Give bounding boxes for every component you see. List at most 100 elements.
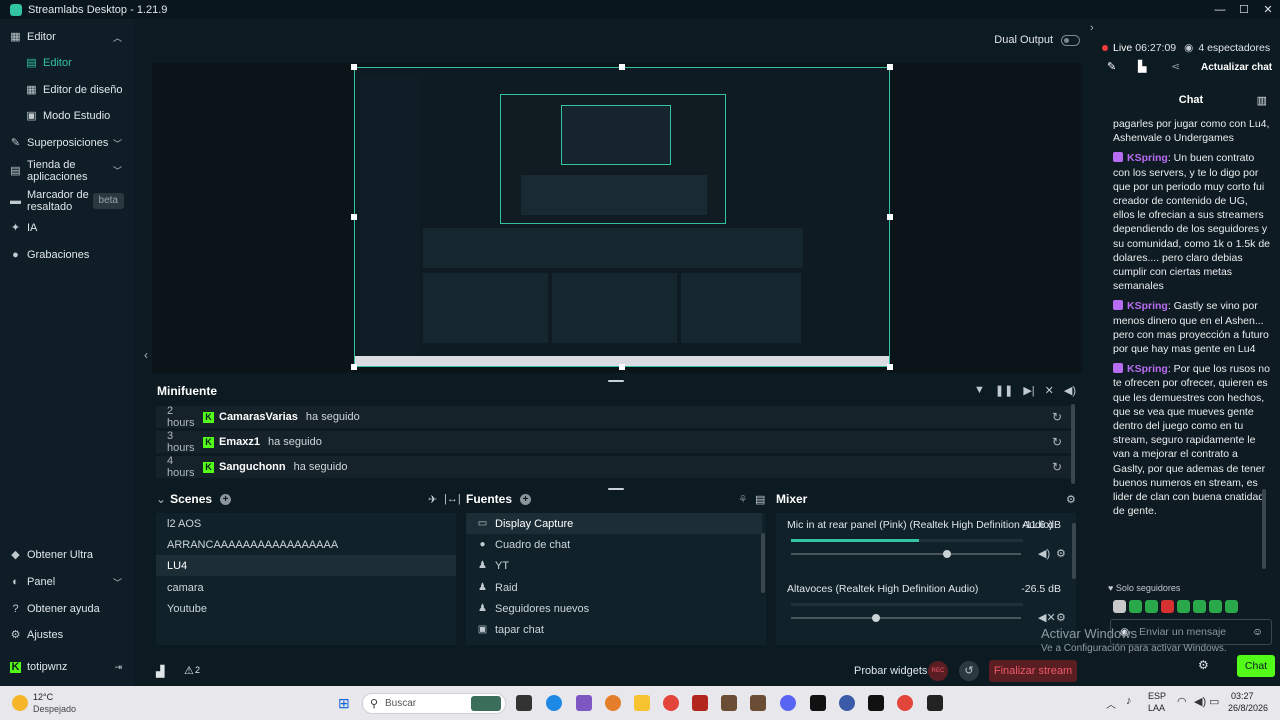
emote-icon[interactable] [1113,600,1126,613]
sidebar-item-ultra[interactable]: ◆ Obtener Ultra [0,542,134,568]
edit-icon[interactable]: ✎ [1107,60,1116,73]
message-user[interactable]: KSpring [1127,363,1168,375]
app-icon[interactable] [839,695,855,711]
emote-icon[interactable] [1129,600,1142,613]
sidebar-item-help[interactable]: ? Obtener ayuda [0,596,134,622]
resize-handle[interactable] [351,364,357,370]
volume-icon[interactable]: ◀) [1064,384,1076,397]
sidebar-item-editor-sub[interactable]: ▤ Editor [0,50,134,76]
add-scene-icon[interactable]: + [220,493,232,505]
emote-icon[interactable] [1193,600,1206,613]
sidebar-item-settings[interactable]: ⚙ Ajustes [0,622,134,648]
emoji-icon[interactable]: ☺ [1252,626,1263,638]
users-icon[interactable]: ▥ [1257,94,1267,107]
emote-icon[interactable] [1209,600,1222,613]
group-icon[interactable]: ⚘ [738,493,748,506]
list-item[interactable]: ARRANCAAAAAAAAAAAAAAAAA [156,534,456,555]
speaker-icon[interactable]: ◀) [1038,547,1050,560]
sidebar-item-dashboard[interactable]: ◐ Panel ﹀ [0,569,134,595]
test-widgets-button[interactable]: Probar widgets [854,665,927,677]
taskbar-search[interactable]: ⚲ Buscar [362,693,506,714]
panel-resize-handle[interactable] [608,488,624,490]
list-item[interactable]: camara [156,577,456,598]
weather-icon[interactable] [12,695,28,711]
unreal-icon[interactable] [868,695,884,711]
list-item[interactable]: ♟ Raid [466,577,762,598]
replay-icon[interactable]: ↻ [1052,410,1062,424]
transitions-icon[interactable]: |↔| [444,493,461,505]
logout-icon[interactable]: ⇥ [114,662,122,673]
chevron-down-icon[interactable]: ⌄ [156,492,166,506]
edge-icon[interactable] [546,695,562,711]
sidebar-item-highlighter[interactable]: ▬ Marcador de resaltado beta [0,186,134,216]
battery-icon[interactable]: ▭ [1209,695,1219,708]
filter-icon[interactable]: ▼ [974,384,985,397]
gear-icon[interactable]: ⚙ [1056,611,1066,624]
stream-info-icon[interactable]: ▙ [1138,60,1146,73]
speaker-muted-icon[interactable]: ◀✕ [1038,611,1056,624]
list-item[interactable]: ▣ tapar chat [466,619,762,640]
sidebar-item-account[interactable]: K totipwnz ⇥ [0,654,134,680]
sidebar-item-recordings[interactable]: ● Grabaciones [0,242,134,268]
folder-icon[interactable]: ▤ [755,493,765,506]
chrome-icon[interactable] [897,695,913,711]
dual-output-toggle[interactable]: Dual Output [994,34,1080,46]
chevron-right-icon[interactable]: › [1090,22,1094,34]
windows-start-icon[interactable]: ⊞ [338,695,354,711]
list-item[interactable]: ● Cuadro de chat [466,534,762,555]
minifuente-scrollbar[interactable] [1071,404,1075,484]
list-item[interactable]: Youtube [156,598,456,619]
alert-icon[interactable]: ⚠ [184,664,194,677]
app-icon[interactable] [692,695,708,711]
gear-icon[interactable]: ⚙ [1198,658,1209,672]
volume-icon[interactable]: ◀) [1194,695,1206,708]
sidebar-item-layout-editor[interactable]: ▦ Editor de diseño [0,77,134,103]
sidebar-item-ai[interactable]: ✦ IA [0,215,134,241]
chrome-icon[interactable] [663,695,679,711]
maximize-icon[interactable]: ☐ [1232,3,1256,16]
game-icon[interactable] [721,695,737,711]
chevron-up-icon[interactable]: ︿ [1106,696,1116,711]
sidebar-item-overlays[interactable]: ✎ Superposiciones ﹀ [0,130,134,156]
volume-slider[interactable] [791,550,1021,558]
replay-icon[interactable]: ↻ [1052,460,1062,474]
skip-icon[interactable]: ▶| [1023,384,1034,397]
emote-icon[interactable] [1225,600,1238,613]
streamlabs-icon[interactable] [927,695,943,711]
stream-preview[interactable]: ‹ [144,63,1082,373]
app-icon[interactable] [810,695,826,711]
chevron-left-icon[interactable]: ‹ [144,348,148,362]
pin-icon[interactable]: ✈ [428,493,437,506]
resize-handle[interactable] [887,364,893,370]
wifi-icon[interactable]: ◠ [1177,695,1187,708]
message-user[interactable]: KSpring [1127,152,1168,164]
resize-handle[interactable] [619,64,625,70]
toggle-switch[interactable] [1061,34,1080,46]
list-item[interactable]: ♟ Seguidores nuevos [466,598,762,619]
mute-alerts-icon[interactable]: ✕ [1045,384,1054,397]
resize-handle[interactable] [887,64,893,70]
sidebar-item-editor[interactable]: ▦ Editor ︿ [0,24,134,50]
list-item[interactable]: ▭ Display Capture [466,513,762,534]
gear-icon[interactable]: ⚙ [1056,547,1066,560]
list-item[interactable]: LU4 [156,555,456,576]
app-icon[interactable] [576,695,592,711]
emote-icon[interactable] [1161,600,1174,613]
resize-handle[interactable] [619,364,625,370]
display-capture-preview[interactable] [354,67,890,367]
replay-icon[interactable]: ↻ [1052,435,1062,449]
record-button[interactable]: REC [928,661,948,681]
pause-icon[interactable]: ❚❚ [995,384,1013,397]
language-label[interactable]: ESP [1148,691,1166,701]
performance-icon[interactable]: ▟ [156,665,164,678]
clock-time[interactable]: 03:27 [1231,691,1254,701]
microphone-icon[interactable]: ♪ [1126,695,1132,707]
mixer-scrollbar[interactable] [1072,523,1076,579]
file-explorer-icon[interactable] [634,695,650,711]
sources-scrollbar[interactable] [761,533,765,593]
send-chat-button[interactable]: Chat [1237,655,1275,677]
refresh-chat-button[interactable]: Actualizar chat [1201,62,1272,73]
list-item[interactable]: l2 AOS [156,513,456,534]
gear-icon[interactable]: ⚙ [1066,493,1076,506]
sidebar-item-app-store[interactable]: ▤ Tienda de aplicaciones ﹀ [0,156,134,186]
